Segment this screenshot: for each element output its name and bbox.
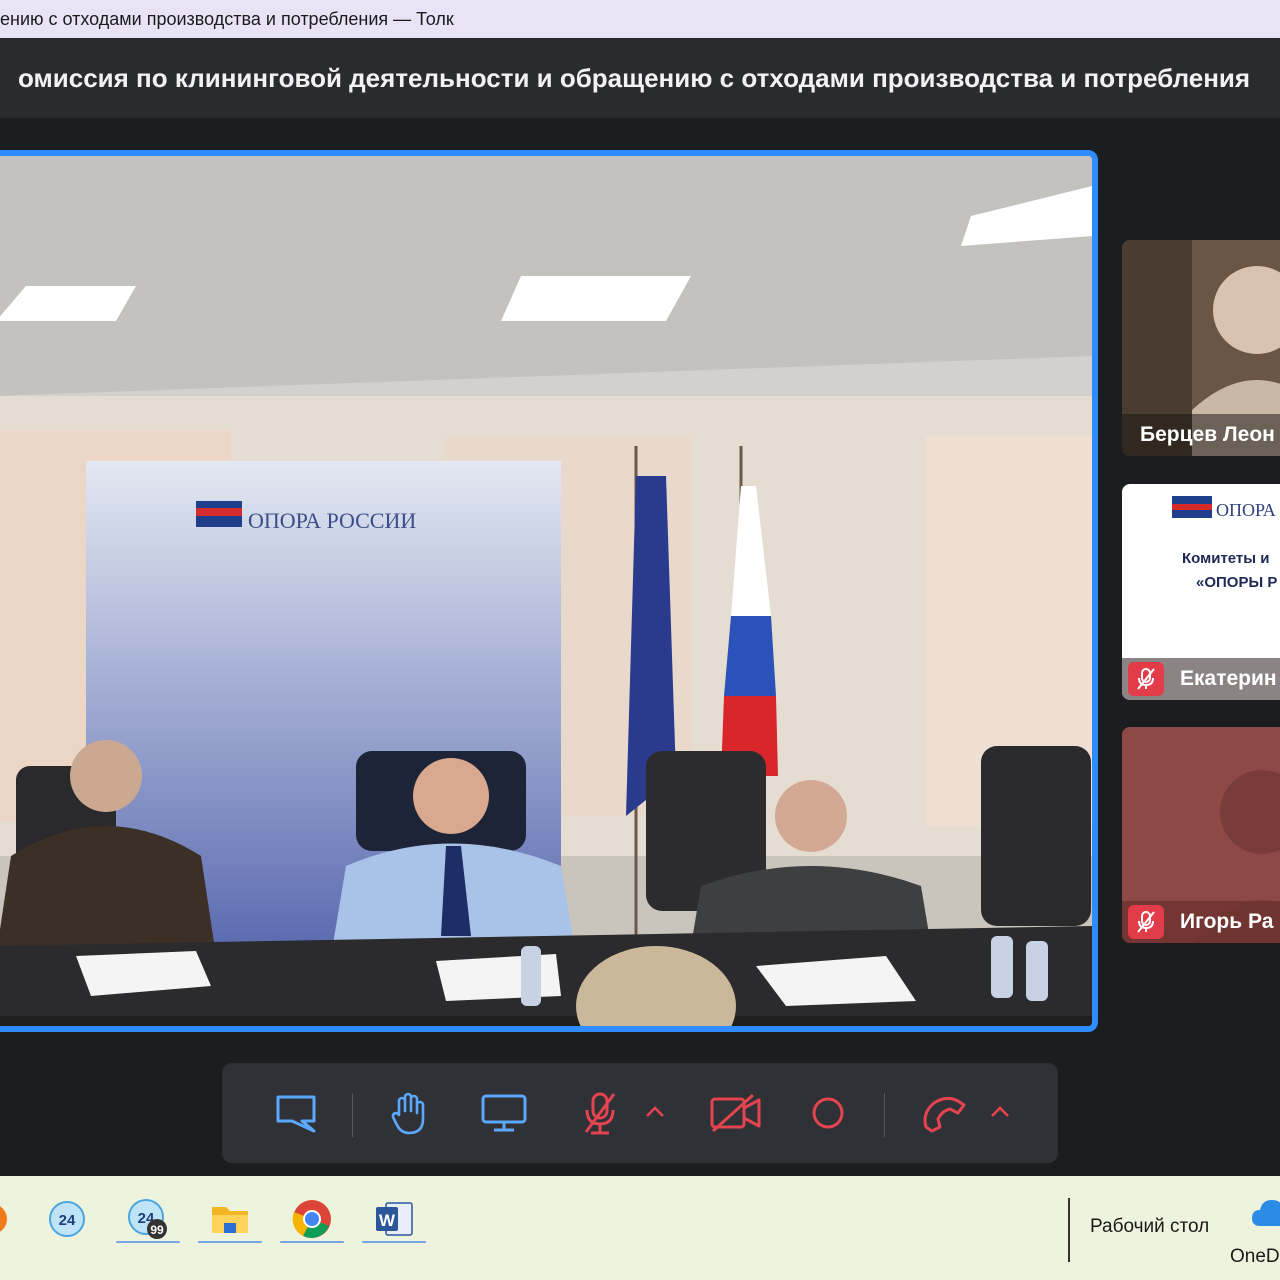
main-video[interactable]: ОПОРА РОССИИ — [0, 150, 1098, 1032]
chat-icon — [276, 1095, 316, 1133]
participant-name: Берцев Леон — [1122, 414, 1280, 456]
conference-room-scene: ОПОРА РОССИИ — [0, 156, 1092, 1026]
orange-icon — [0, 1206, 7, 1232]
meeting-title: омиссия по клининговой деятельности и об… — [18, 63, 1251, 93]
mic-off-icon — [1128, 662, 1164, 696]
raise-hand-button[interactable] — [383, 1087, 435, 1139]
banner-logo-text: ОПОРА РОССИИ — [248, 508, 416, 533]
monitor-icon — [481, 1094, 527, 1132]
onedrive-label: OneD — [1230, 1246, 1280, 1267]
participant-tile-1[interactable]: Берцев Леон — [1122, 240, 1280, 456]
phone-icon — [923, 1096, 966, 1133]
record-icon — [812, 1097, 844, 1129]
active-indicator — [198, 1241, 262, 1243]
toolbar-divider — [884, 1093, 885, 1137]
taskbar-chrome[interactable] — [280, 1190, 344, 1248]
hang-up-button[interactable] — [918, 1087, 970, 1139]
show-desktop-divider — [1068, 1198, 1070, 1262]
onedrive-icon[interactable] — [1252, 1196, 1280, 1237]
microphone-button[interactable] — [574, 1087, 626, 1139]
chrome-icon — [292, 1200, 331, 1238]
os-taskbar: 24 24 99 W Рабочий стол OneD — [0, 1176, 1280, 1280]
taskbar-word[interactable]: W — [362, 1190, 426, 1248]
window-title-bar: ению с отходами производства и потреблен… — [0, 0, 1280, 38]
mic-off-icon — [1128, 905, 1164, 939]
active-indicator — [280, 1241, 344, 1243]
participant-tile-2[interactable]: ОПОРА Комитеты и «ОПОРЫ Р Екатерин — [1122, 484, 1280, 700]
hand-icon — [391, 1092, 425, 1135]
svg-text:99: 99 — [150, 1223, 164, 1237]
clock-24-icon: 2499 — [128, 1199, 167, 1239]
taskbar-app-24-99[interactable]: 24 99 — [116, 1190, 180, 1248]
desktop-label[interactable]: Рабочий стол — [1090, 1216, 1209, 1238]
chat-button[interactable] — [270, 1087, 322, 1139]
mic-options-chevron-up-icon[interactable] — [642, 1099, 668, 1125]
word-icon: W — [376, 1202, 413, 1236]
slide-line-2: «ОПОРЫ Р — [1196, 574, 1278, 591]
active-indicator — [116, 1241, 180, 1243]
camera-off-icon — [710, 1093, 761, 1133]
svg-text:W: W — [379, 1211, 396, 1230]
toolbar-divider — [352, 1093, 353, 1137]
active-indicator — [362, 1241, 426, 1243]
slide-brand: ОПОРА — [1216, 500, 1276, 520]
svg-text:24: 24 — [59, 1212, 76, 1229]
folder-icon — [212, 1207, 248, 1233]
taskbar-file-explorer[interactable] — [198, 1190, 262, 1248]
call-options-chevron-up-icon[interactable] — [987, 1099, 1013, 1125]
mic-off-icon — [584, 1092, 616, 1135]
taskbar-app-24[interactable]: 24 — [35, 1190, 99, 1248]
window-title: ению с отходами производства и потреблен… — [0, 9, 454, 29]
meeting-header: омиссия по клининговой деятельности и об… — [0, 38, 1280, 118]
taskbar-app-partial[interactable] — [0, 1190, 24, 1248]
participant-tile-3[interactable]: Игорь Ра — [1122, 727, 1280, 943]
slide-line-1: Комитеты и — [1182, 550, 1270, 567]
call-toolbar — [222, 1063, 1058, 1163]
screen-share-button[interactable] — [478, 1087, 530, 1139]
video-stage: ОПОРА РОССИИ Берцев Леон ОПОРА Комитеты … — [0, 118, 1280, 1176]
opora-logo-icon — [1172, 496, 1212, 520]
camera-button[interactable] — [708, 1087, 764, 1139]
record-button[interactable] — [802, 1087, 854, 1139]
clock-24-icon: 24 — [49, 1201, 85, 1237]
